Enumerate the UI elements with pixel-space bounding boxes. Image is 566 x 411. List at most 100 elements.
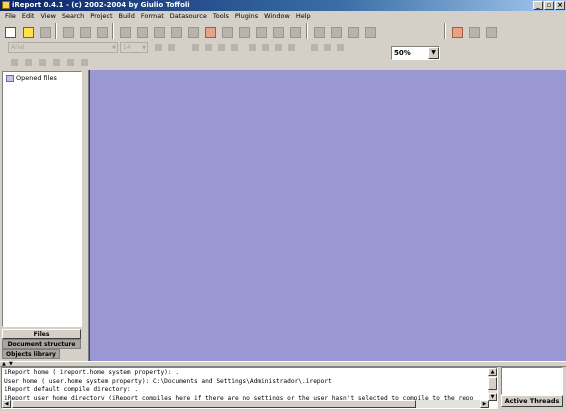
menu-file[interactable]: File <box>2 11 19 22</box>
underline-button[interactable] <box>216 42 227 53</box>
run-icon <box>469 27 480 38</box>
scroll-thumb[interactable] <box>488 377 497 390</box>
run-button[interactable] <box>465 23 482 40</box>
line-tool-button[interactable] <box>133 23 150 40</box>
toolbar-separator <box>306 23 308 39</box>
restore-button[interactable]: ▫ <box>544 1 554 10</box>
new-document-button[interactable] <box>1 23 18 40</box>
align-right-icon <box>275 44 282 51</box>
align-center-button[interactable] <box>260 42 271 53</box>
save-button[interactable] <box>36 23 53 40</box>
menu-window[interactable]: Window <box>261 11 293 22</box>
files-tree[interactable]: Opened files <box>2 71 82 327</box>
font-size-value: 14 <box>123 44 131 51</box>
frame-icon <box>314 27 325 38</box>
chevron-down-icon[interactable]: ▼ <box>142 43 146 53</box>
minimize-button[interactable]: _ <box>533 1 543 10</box>
text-field-tool-button[interactable] <box>235 23 252 40</box>
scroll-down-icon[interactable]: ▼ <box>488 393 497 401</box>
center-horizontal-button[interactable] <box>65 57 76 68</box>
valign-top-button[interactable] <box>309 42 320 53</box>
pointer-tool-button[interactable] <box>116 23 133 40</box>
valign-middle-button[interactable] <box>322 42 333 53</box>
frame-tool-button[interactable] <box>310 23 327 40</box>
log-panel[interactable]: iReport home ( ireport.home system prope… <box>1 367 498 409</box>
tab-files[interactable]: Files <box>2 329 81 339</box>
scroll-up-icon[interactable]: ▲ <box>488 368 497 376</box>
font-name-select[interactable]: Arial ▼ <box>8 42 118 53</box>
log-vertical-scrollbar[interactable]: ▲ ▼ <box>488 368 497 401</box>
run-with-connection-button[interactable] <box>482 23 499 40</box>
menu-help[interactable]: Help <box>293 11 314 22</box>
left-panel: Opened files Files Document structure Ob… <box>0 70 86 361</box>
align-bottom-edges-icon <box>53 59 60 66</box>
paste-button[interactable] <box>93 23 110 40</box>
group-tool-button[interactable] <box>344 23 361 40</box>
rounded-rectangle-tool-button[interactable] <box>167 23 184 40</box>
toolbar-separator <box>112 23 114 39</box>
chevron-down-icon[interactable]: ▼ <box>112 43 116 53</box>
tree-node-opened-files[interactable]: Opened files <box>6 74 57 82</box>
scroll-left-icon[interactable]: ◀ <box>2 400 11 408</box>
center-vertical-button[interactable] <box>79 57 90 68</box>
text-icon <box>222 27 233 38</box>
tab-document-structure[interactable]: Document structure <box>2 339 81 349</box>
log-horizontal-scrollbar[interactable]: ◀ ▶ <box>2 400 489 408</box>
document-workspace[interactable] <box>89 70 566 361</box>
image-tool-button[interactable] <box>201 23 218 40</box>
align-left-edges-icon <box>11 59 18 66</box>
ellipse-tool-button[interactable] <box>184 23 201 40</box>
scissors-icon <box>63 27 74 38</box>
font-name-value: Arial <box>11 44 25 51</box>
align-justify-button[interactable] <box>286 42 297 53</box>
scroll-right-icon[interactable]: ▶ <box>480 400 489 408</box>
menu-view[interactable]: View <box>37 11 58 22</box>
underline-icon <box>218 44 225 51</box>
align-top-edges-button[interactable] <box>37 57 48 68</box>
italic-button[interactable] <box>203 42 214 53</box>
tab-objects-library[interactable]: Objects library <box>2 349 60 359</box>
copy-icon <box>80 27 91 38</box>
valign-bottom-button[interactable] <box>335 42 346 53</box>
bold-button[interactable] <box>190 42 201 53</box>
menu-build[interactable]: Build <box>116 11 138 22</box>
menu-datasource[interactable]: Datasource <box>167 11 210 22</box>
menu-plugins[interactable]: Plugins <box>232 11 261 22</box>
font-size-select[interactable]: 14 ▼ <box>120 42 148 53</box>
valign-middle-icon <box>324 44 331 51</box>
active-threads-button[interactable]: Active Threads <box>501 395 563 407</box>
rectangle-tool-button[interactable] <box>150 23 167 40</box>
menu-search[interactable]: Search <box>59 11 87 22</box>
copy-button[interactable] <box>76 23 93 40</box>
align-right-edges-button[interactable] <box>23 57 34 68</box>
chart-icon <box>273 27 284 38</box>
close-button[interactable]: × <box>555 1 565 10</box>
align-left-edges-button[interactable] <box>9 57 20 68</box>
database-tool-button[interactable] <box>361 23 378 40</box>
title-bar[interactable]: iReport 0.4.1 - (c) 2002-2004 by Giulio … <box>0 0 566 11</box>
compile-button[interactable] <box>448 23 465 40</box>
decrease-font-button[interactable] <box>166 42 177 53</box>
cut-button[interactable] <box>59 23 76 40</box>
new-document-icon <box>5 27 16 38</box>
paste-icon <box>97 27 108 38</box>
open-button[interactable] <box>19 23 36 40</box>
align-right-button[interactable] <box>273 42 284 53</box>
line-icon <box>137 27 148 38</box>
menu-format[interactable]: Format <box>138 11 167 22</box>
menu-tools[interactable]: Tools <box>210 11 232 22</box>
subreport-tool-button[interactable] <box>252 23 269 40</box>
increase-font-button[interactable] <box>153 42 164 53</box>
document-tool-button[interactable] <box>327 23 344 40</box>
strikethrough-icon <box>231 44 238 51</box>
scroll-thumb[interactable] <box>12 400 416 408</box>
barcode-tool-button[interactable] <box>286 23 303 40</box>
chart-tool-button[interactable] <box>269 23 286 40</box>
strikethrough-button[interactable] <box>229 42 240 53</box>
static-text-tool-button[interactable] <box>218 23 235 40</box>
menu-project[interactable]: Project <box>87 11 115 22</box>
align-left-button[interactable] <box>247 42 258 53</box>
align-bottom-edges-button[interactable] <box>51 57 62 68</box>
ireport-window: iReport 0.4.1 - (c) 2002-2004 by Giulio … <box>0 0 566 411</box>
menu-edit[interactable]: Edit <box>19 11 38 22</box>
